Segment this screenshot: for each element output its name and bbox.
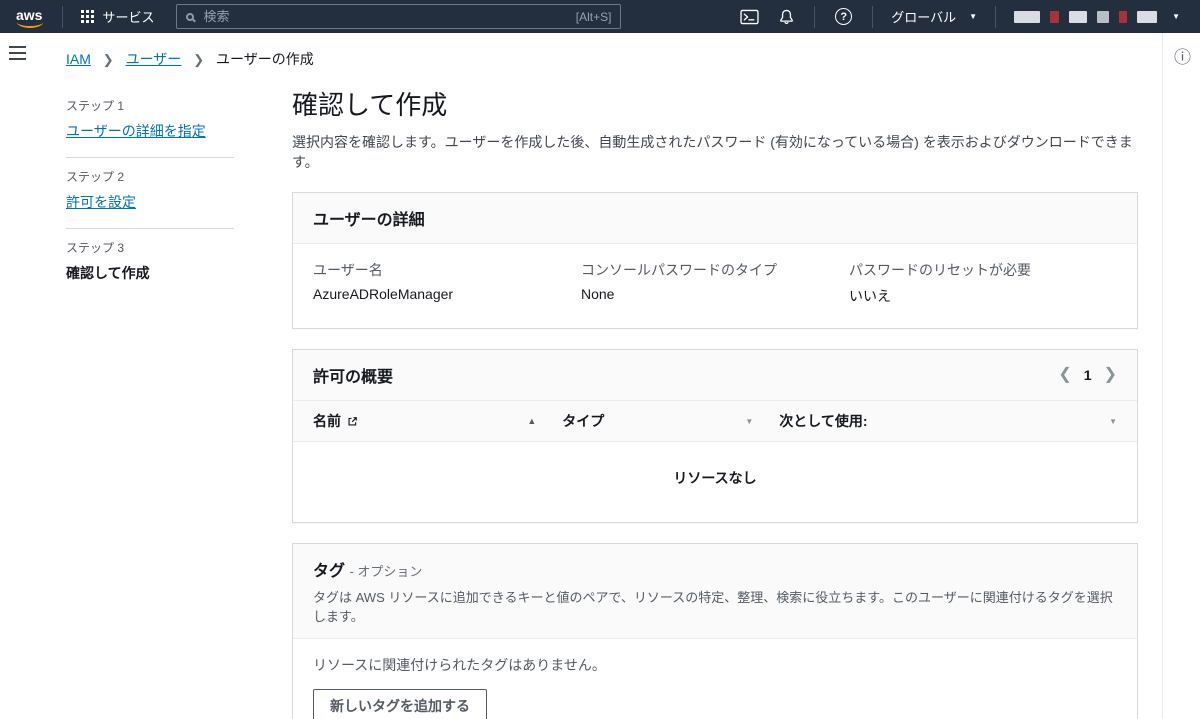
column-header-type[interactable]: タイプ ▼ [562, 411, 779, 431]
services-grid-icon [81, 10, 94, 23]
search-shortcut-hint: [Alt+S] [575, 9, 612, 24]
filter-caret-icon[interactable]: ▼ [745, 417, 753, 426]
account-menu-redacted[interactable]: ▼ [1006, 10, 1188, 23]
column-label: 次として使用: [779, 413, 868, 429]
wizard-step-3-current: ステップ 3 確認して作成 [66, 229, 234, 299]
global-search-box[interactable]: [Alt+S] [176, 4, 622, 29]
region-label: グローバル [891, 10, 957, 25]
column-header-used-as[interactable]: 次として使用: ▼ [779, 411, 1117, 431]
column-label: タイプ [562, 413, 605, 429]
services-menu[interactable]: サービス [73, 7, 162, 26]
page-description: 選択内容を確認します。ユーザーを作成した後、自動生成されたパスワード (有効にな… [292, 134, 1133, 170]
breadcrumb-separator: ❯ [193, 52, 205, 67]
tags-title: タグ [313, 563, 346, 580]
add-tag-button[interactable]: 新しいタグを追加する [313, 689, 487, 719]
empty-state-text: リソースなし [673, 470, 757, 486]
top-navigation-bar: aws サービス [Alt+S] ? グローバル ▼ ▼ [0, 0, 1200, 33]
help-icon: ? [835, 8, 853, 25]
external-link-icon [348, 416, 357, 426]
step-number: ステップ 3 [66, 241, 125, 255]
redacted-block [1097, 10, 1110, 23]
field-console-password-type: コンソールパスワードのタイプ None [581, 260, 849, 306]
column-header-name[interactable]: 名前 ▲ [313, 411, 562, 431]
topbar-divider [62, 5, 64, 28]
redacted-block [1014, 10, 1041, 23]
search-icon [186, 12, 195, 21]
tags-card: タグ - オプション タグは AWS リソースに追加できるキーと値のペアで、リソ… [292, 543, 1138, 719]
tags-optional-suffix: - オプション [349, 564, 423, 579]
topbar-divider [872, 5, 874, 28]
permissions-table-header: 名前 ▲ タイプ ▼ 次として使用: ▼ [293, 401, 1137, 442]
notifications-button[interactable] [769, 8, 804, 25]
breadcrumb-users-link[interactable]: ユーザー [126, 51, 182, 67]
step-number: ステップ 1 [66, 99, 125, 113]
pagination-page-1[interactable]: 1 [1084, 367, 1092, 383]
tags-empty-text: リソースに関連付けられたタグはありません。 [313, 657, 606, 673]
aws-logo[interactable]: aws [10, 5, 52, 29]
side-menu-strip [0, 33, 36, 719]
breadcrumb-iam-link[interactable]: IAM [66, 51, 91, 67]
pagination: ❮ 1 ❯ [1058, 367, 1117, 384]
cloudshell-button[interactable] [730, 9, 769, 25]
tags-description: タグは AWS リソースに追加できるキーと値のペアで、リソースの特定、整理、検索… [313, 590, 1113, 624]
redacted-block [1137, 10, 1158, 23]
step-number: ステップ 2 [66, 170, 125, 184]
topbar-divider [995, 5, 997, 28]
permissions-summary-card: 許可の概要 ❮ 1 ❯ 名前 ▲ タイプ ▼ 次として使用: ▼ リソースなし [292, 349, 1138, 523]
breadcrumb-current: ユーザーの作成 [216, 51, 314, 67]
redacted-block [1119, 10, 1128, 23]
pagination-prev-icon[interactable]: ❮ [1058, 367, 1071, 383]
region-selector[interactable]: グローバル ▼ [883, 7, 985, 26]
sort-ascending-icon[interactable]: ▲ [527, 416, 536, 426]
bell-icon [780, 9, 794, 24]
step-2-link[interactable]: 許可を設定 [66, 194, 136, 210]
field-value: AzureADRoleManager [313, 286, 454, 302]
main-panel: 確認して作成 選択内容を確認します。ユーザーを作成した後、自動生成されたパスワー… [292, 83, 1138, 719]
page-title: 確認して作成 [292, 90, 448, 120]
chevron-down-icon: ▼ [1172, 12, 1180, 21]
column-label: 名前 [313, 413, 341, 429]
page-content: IAM ❯ ユーザー ❯ ユーザーの作成 ステップ 1 ユーザーの詳細を指定 ス… [36, 33, 1162, 719]
pagination-next-icon[interactable]: ❯ [1104, 367, 1117, 383]
field-value: いいえ [849, 288, 891, 304]
step-1-link[interactable]: ユーザーの詳細を指定 [66, 123, 206, 139]
breadcrumb: IAM ❯ ユーザー ❯ ユーザーの作成 [66, 49, 1138, 69]
aws-logo-swoosh-icon [17, 22, 44, 28]
breadcrumb-separator: ❯ [102, 52, 114, 67]
redacted-block [1050, 10, 1060, 23]
step-3-current-label: 確認して作成 [66, 265, 150, 281]
wizard-steps-nav: ステップ 1 ユーザーの詳細を指定 ステップ 2 許可を設定 ステップ 3 確認… [66, 83, 264, 719]
search-input[interactable] [203, 9, 576, 24]
wizard-step-1: ステップ 1 ユーザーの詳細を指定 [66, 87, 234, 158]
field-password-reset-required: パスワードのリセットが必要 いいえ [849, 260, 1117, 306]
field-user-name: ユーザー名 AzureADRoleManager [313, 260, 581, 306]
filter-caret-icon[interactable]: ▼ [1109, 417, 1117, 426]
info-icon[interactable]: ⓘ [1174, 48, 1191, 67]
wizard-step-2: ステップ 2 許可を設定 [66, 158, 234, 229]
help-button[interactable]: ? [825, 8, 862, 25]
user-details-card: ユーザーの詳細 ユーザー名 AzureADRoleManager コンソールパス… [292, 192, 1138, 329]
field-label: コンソールパスワードのタイプ [581, 262, 777, 278]
hamburger-menu-icon[interactable] [9, 46, 36, 60]
info-panel-strip: ⓘ [1162, 33, 1200, 719]
user-details-title: ユーザーの詳細 [313, 212, 425, 229]
permissions-title: 許可の概要 [313, 369, 394, 386]
aws-logo-text: aws [16, 6, 43, 23]
services-label: サービス [102, 10, 155, 25]
field-label: パスワードのリセットが必要 [849, 262, 1031, 278]
chevron-down-icon: ▼ [969, 12, 978, 21]
redacted-block [1069, 10, 1088, 23]
topbar-divider [814, 5, 816, 28]
cloudshell-terminal-icon [740, 9, 759, 24]
field-label: ユーザー名 [313, 262, 383, 278]
field-value: None [581, 286, 615, 302]
